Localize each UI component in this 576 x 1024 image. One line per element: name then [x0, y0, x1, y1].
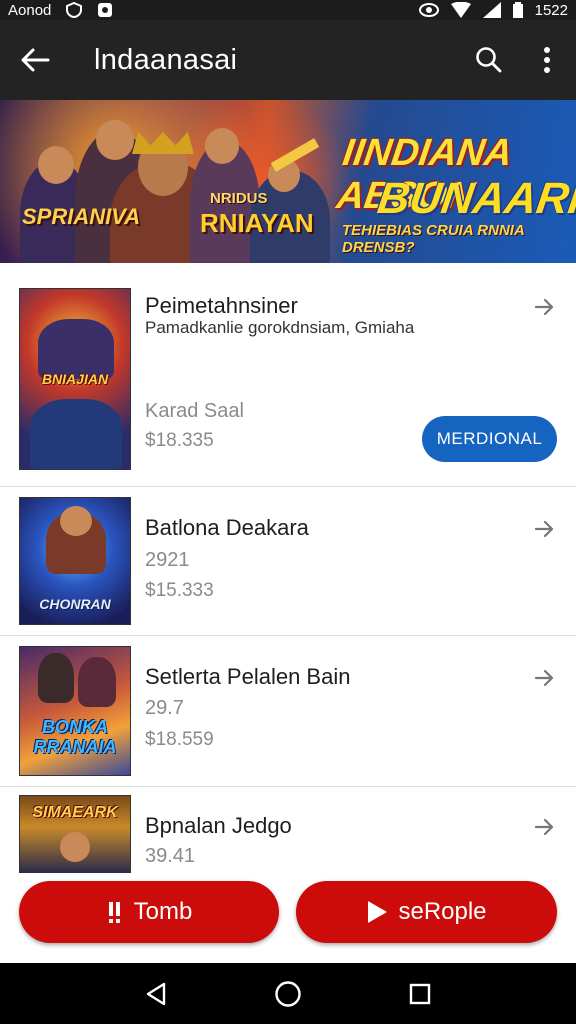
- battery-icon: [512, 2, 523, 18]
- thumb-title: SIMAEARK: [32, 804, 118, 821]
- status-bar: Aonod 1522: [0, 0, 576, 20]
- chevron-right-icon[interactable]: [532, 815, 556, 839]
- search-icon: [476, 47, 502, 73]
- chevron-right-icon[interactable]: [532, 666, 556, 690]
- thumb-title: CHONRAN: [39, 596, 111, 612]
- more-options-button[interactable]: [518, 20, 576, 100]
- item-thumbnail: BNIAJIAN: [19, 288, 131, 470]
- clock-text: 1522: [534, 1, 568, 19]
- item-name: Batlona Deakara: [145, 515, 309, 540]
- play-button-label: seRople: [398, 898, 487, 925]
- search-button[interactable]: [460, 20, 518, 100]
- thumb-title: BONKA RRANAIA: [33, 717, 117, 757]
- carrier-text: Aonod: [8, 1, 52, 19]
- back-button[interactable]: [0, 20, 70, 100]
- item-meta: 39.41: [145, 845, 196, 867]
- item-thumbnail: CHONRAN: [19, 497, 131, 625]
- more-vert-icon: [544, 47, 550, 73]
- nav-back-icon: [146, 982, 166, 1005]
- nav-back-button[interactable]: [126, 963, 186, 1024]
- eye-icon: [418, 3, 439, 17]
- content-list: BNIAJIAN Peimetahnsiner Pamadkanlie goro…: [0, 263, 576, 873]
- nav-home-button[interactable]: [258, 963, 318, 1024]
- item-subtitle: Pamadkanlie gorokdnsiam, Gmiaha: [145, 318, 415, 337]
- item-thumbnail: SIMAEARK: [19, 795, 131, 873]
- tomb-button[interactable]: Tomb: [19, 881, 279, 943]
- list-item[interactable]: SIMAEARK Bpnalan Jedgo 39.41: [0, 787, 576, 873]
- exclamation-icon: [108, 902, 120, 923]
- app-bar: lndaanasai: [0, 20, 576, 100]
- banner-center-small: NRIDUS: [210, 190, 268, 207]
- nav-recents-icon: [409, 983, 431, 1004]
- banner-tagline: TEHIEBIAS CRUIA RNNIA DRENSB?: [342, 222, 525, 256]
- wifi-icon: [450, 2, 471, 18]
- system-nav-bar: [0, 963, 576, 1024]
- promo-banner[interactable]: SPRIANIVA NRIDUS RNIAYAN IINDIANA ABSON …: [0, 100, 576, 263]
- banner-headline-2: BUNAARH: [374, 174, 576, 223]
- item-meta: 2921: [145, 549, 190, 571]
- item-thumbnail: BONKA RRANAIA: [19, 646, 131, 776]
- item-price: $15.333: [145, 580, 214, 601]
- list-item[interactable]: BNIAJIAN Peimetahnsiner Pamadkanlie goro…: [0, 263, 576, 487]
- banner-center-big: RNIAYAN: [200, 208, 314, 238]
- nav-recents-button[interactable]: [390, 963, 450, 1024]
- item-name: Setlerta Pelalen Bain: [145, 664, 351, 689]
- banner-left-logo: SPRIANIVA: [22, 204, 141, 229]
- item-price: $18.335: [145, 430, 214, 451]
- thumb-title: BNIAJIAN: [41, 371, 109, 387]
- play-icon: [368, 901, 388, 923]
- shield-icon: [65, 2, 83, 18]
- item-action-button[interactable]: MERDIONAL: [422, 416, 557, 462]
- notification-icon: [97, 2, 113, 18]
- bottom-action-bar: Tomb seRople: [0, 873, 576, 963]
- list-item[interactable]: CHONRAN Batlona Deakara 2921 $15.333: [0, 487, 576, 636]
- item-meta: 29.7: [145, 697, 184, 719]
- item-name: Bpnalan Jedgo: [145, 813, 292, 838]
- page-title: lndaanasai: [94, 43, 238, 76]
- nav-home-icon: [275, 980, 301, 1007]
- item-meta: Karad Saal: [145, 400, 244, 422]
- chevron-right-icon[interactable]: [532, 517, 556, 541]
- signal-icon: [482, 2, 501, 18]
- list-item[interactable]: BONKA RRANAIA Setlerta Pelalen Bain 29.7…: [0, 636, 576, 787]
- arrow-left-icon: [21, 48, 50, 72]
- item-name: Peimetahnsiner: [145, 293, 298, 318]
- tomb-button-label: Tomb: [133, 898, 193, 925]
- item-price: $18.559: [145, 729, 214, 750]
- play-button[interactable]: seRople: [296, 881, 557, 943]
- chevron-right-icon[interactable]: [532, 295, 556, 319]
